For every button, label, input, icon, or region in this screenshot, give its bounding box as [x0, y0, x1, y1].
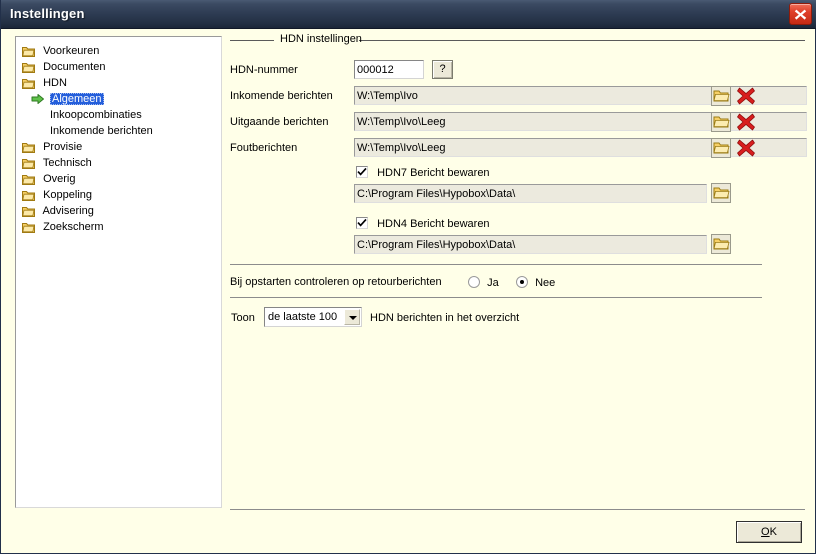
folder-icon [711, 112, 731, 132]
hdn-settings-group: HDN instellingen HDN-nummer ? Inkomende … [230, 32, 807, 509]
hdn-number-label: HDN-nummer [230, 64, 298, 76]
incoming-clear-button[interactable] [736, 86, 756, 106]
errors-clear-button[interactable] [736, 138, 756, 158]
folder-icon [22, 222, 35, 238]
folder-icon [711, 183, 731, 203]
sidebar-item-label: Koppeling [43, 189, 92, 201]
hdn7-checkbox[interactable] [356, 166, 368, 178]
footer-separator [230, 509, 805, 510]
show-suffix-label: HDN berichten in het overzicht [370, 312, 520, 324]
folder-icon [711, 138, 731, 158]
sidebar-item-technisch[interactable]: Technisch [16, 155, 221, 171]
radio-nee-label: Nee [535, 277, 556, 289]
hdn4-checkbox-row[interactable]: HDN4 Bericht bewaren [356, 217, 490, 230]
sidebar-item-label: Zoekscherm [43, 221, 104, 233]
sidebar-item-label: Inkoopcombinaties [50, 109, 142, 121]
close-icon [794, 9, 807, 20]
sidebar-item-provisie[interactable]: Provisie [16, 139, 221, 155]
hdn7-checkbox-label: HDN7 Bericht bewaren [377, 167, 490, 179]
separator-upper [230, 264, 762, 265]
errors-label: Foutberichten [230, 142, 298, 154]
sidebar-item-hdn[interactable]: HDN [16, 75, 221, 91]
ok-button[interactable]: OK [736, 521, 802, 543]
group-rule-left [230, 40, 274, 41]
sidebar-item-label: HDN [43, 77, 67, 89]
chevron-down-icon[interactable] [344, 309, 360, 325]
sidebar-item-label: Voorkeuren [43, 45, 100, 57]
outgoing-clear-button[interactable] [736, 112, 756, 132]
sidebar-item-advisering[interactable]: Advisering [16, 203, 221, 219]
ok-button-accel: O [761, 526, 770, 538]
hdn7-checkbox-row[interactable]: HDN7 Bericht bewaren [356, 166, 490, 179]
sidebar-item-label: Documenten [43, 61, 106, 73]
title-bar: Instellingen [1, 0, 816, 29]
sidebar-item-zoekscherm[interactable]: Zoekscherm [16, 219, 221, 235]
group-title: HDN instellingen [280, 33, 362, 45]
sidebar-item-koppeling[interactable]: Koppeling [16, 187, 221, 203]
check-icon [357, 167, 367, 176]
radio-ja-label: Ja [487, 277, 499, 289]
startup-check-option-ja[interactable]: Ja [468, 276, 499, 289]
red-x-icon [737, 113, 755, 131]
startup-check-option-nee[interactable]: Nee [516, 276, 555, 289]
outgoing-label: Uitgaande berichten [230, 116, 329, 128]
folder-icon [711, 234, 731, 254]
incoming-browse-button[interactable] [711, 86, 731, 106]
sidebar-item-label: Advisering [42, 205, 94, 217]
hdn-number-help-button[interactable]: ? [432, 60, 453, 79]
settings-category-tree[interactable]: Voorkeuren Documenten HDN Algemeen Inkoo… [15, 36, 222, 508]
radio-nee[interactable] [516, 276, 528, 288]
hdn-number-input[interactable] [354, 60, 424, 79]
startup-check-label: Bij opstarten controleren op retourberic… [230, 276, 442, 288]
sidebar-item-label: Inkomende berichten [50, 125, 153, 137]
hdn4-checkbox-label: HDN4 Bericht bewaren [377, 218, 490, 230]
sidebar-item-label: Overig [43, 173, 76, 185]
window-title: Instellingen [10, 6, 85, 21]
red-x-icon [737, 139, 755, 157]
errors-browse-button[interactable] [711, 138, 731, 158]
show-prefix-label: Toon [231, 312, 255, 324]
check-icon [357, 218, 367, 227]
show-count-value: de laatste 100 [268, 311, 338, 323]
close-button[interactable] [789, 3, 812, 25]
sidebar-item-overig[interactable]: Overig [16, 171, 221, 187]
sidebar-item-label: Provisie [43, 141, 83, 153]
sidebar-item-documenten[interactable]: Documenten [16, 59, 221, 75]
separator-lower [230, 297, 762, 298]
ok-button-rest: K [769, 526, 777, 538]
incoming-label: Inkomende berichten [230, 90, 333, 102]
sidebar-item-inkoopcombinaties[interactable]: Inkoopcombinaties [16, 107, 221, 123]
hdn4-checkbox[interactable] [356, 217, 368, 229]
folder-icon [711, 86, 731, 106]
hdn7-browse-button[interactable] [711, 183, 731, 203]
sidebar-item-label: Technisch [42, 157, 92, 169]
red-x-icon [737, 87, 755, 105]
hdn4-browse-button[interactable] [711, 234, 731, 254]
sidebar-item-voorkeuren[interactable]: Voorkeuren [16, 43, 221, 59]
sidebar-item-algemeen[interactable]: Algemeen [16, 91, 221, 107]
radio-ja[interactable] [468, 276, 480, 288]
group-rule-right [359, 40, 805, 41]
settings-dialog-window: Instellingen Voorkeuren Documenten HDN A… [0, 0, 816, 554]
hdn4-path-input[interactable] [354, 235, 707, 254]
sidebar-item-label: Algemeen [50, 93, 104, 105]
outgoing-browse-button[interactable] [711, 112, 731, 132]
show-count-dropdown[interactable]: de laatste 100 [264, 307, 362, 327]
hdn7-path-input[interactable] [354, 184, 707, 203]
sidebar-item-inkomende-berichten[interactable]: Inkomende berichten [16, 123, 221, 139]
